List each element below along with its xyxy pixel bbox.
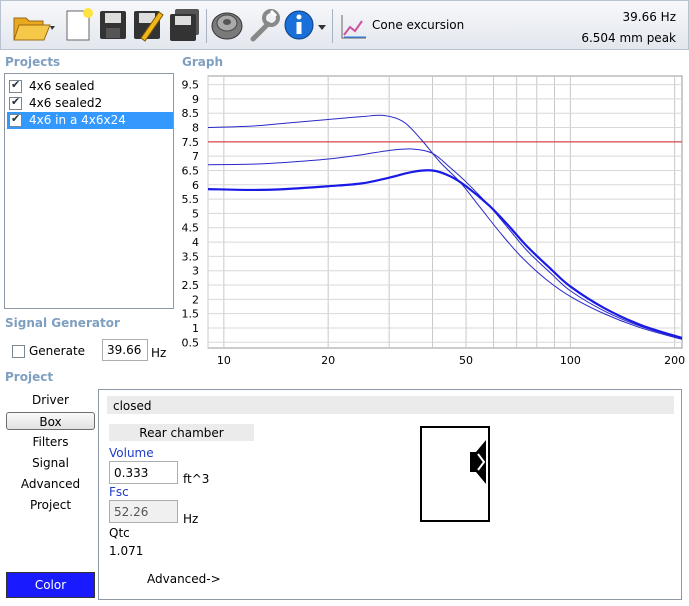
rear-chamber-header: Rear chamber xyxy=(109,424,254,441)
nav-box[interactable]: Box xyxy=(6,412,95,430)
nav-advanced[interactable]: Advanced xyxy=(6,475,95,493)
save-edit-icon[interactable] xyxy=(131,6,165,47)
project-section-title: Project xyxy=(5,370,54,384)
y-tick-label: 9 xyxy=(192,93,199,106)
project-checkbox[interactable]: ✔ xyxy=(9,78,22,93)
readout-value: 6.504 mm peak xyxy=(581,31,676,45)
check-mark-icon: ✔ xyxy=(11,112,21,125)
volume-label: Volume xyxy=(109,446,154,460)
y-tick-label: 4 xyxy=(192,236,199,249)
y-tick-label: 7.5 xyxy=(182,136,200,149)
nav-driver[interactable]: Driver xyxy=(6,391,95,409)
projects-list[interactable]: ✔ 4x6 sealed ✔ 4x6 sealed2 ✔ 4x6 in a 4x… xyxy=(4,73,174,309)
save-icon[interactable] xyxy=(97,6,129,47)
x-tick-label: 10 xyxy=(217,354,231,367)
volume-unit: ft^3 xyxy=(183,472,210,486)
x-tick-label: 200 xyxy=(664,354,685,367)
y-tick-label: 9.5 xyxy=(182,79,200,92)
graph-mode-label[interactable]: Cone excursion xyxy=(372,18,464,32)
speaker-icon[interactable] xyxy=(209,6,245,47)
y-tick-label: 3 xyxy=(192,265,199,278)
box-panel: closed Rear chamber Volume 0.333 ft^3 Fs… xyxy=(98,389,682,600)
generate-label: Generate xyxy=(29,344,86,358)
y-tick-label: 2.5 xyxy=(182,279,200,292)
generator-frequency-input[interactable]: 39.66 xyxy=(102,339,148,361)
y-tick-label: 5 xyxy=(192,207,199,220)
box-type-selector[interactable]: closed xyxy=(107,396,674,414)
box-diagram xyxy=(420,426,490,522)
info-icon[interactable] xyxy=(283,6,317,47)
graph-mode-icon[interactable] xyxy=(339,13,369,44)
list-item[interactable]: ✔ 4x6 sealed2 xyxy=(7,95,173,112)
plot-frame xyxy=(207,75,683,349)
projects-title: Projects xyxy=(5,55,61,69)
y-tick-label: 5.5 xyxy=(182,193,200,206)
readout-frequency: 39.66 Hz xyxy=(622,10,677,24)
project-label: 4x6 sealed xyxy=(29,79,95,93)
nav-project[interactable]: Project xyxy=(6,496,95,514)
new-file-icon[interactable] xyxy=(63,6,95,47)
x-tick-label: 50 xyxy=(459,354,473,367)
y-tick-label: 7 xyxy=(192,150,199,163)
x-tick-label: 100 xyxy=(560,354,581,367)
y-tick-label: 1 xyxy=(192,322,199,335)
toolbar: Cone excursion 39.66 Hz 6.504 mm peak xyxy=(0,0,689,50)
project-label: 4x6 in a 4x6x24 xyxy=(29,113,126,127)
qtc-value: 1.071 xyxy=(109,544,144,558)
fsc-input: 52.26 xyxy=(109,500,178,523)
nav-signal[interactable]: Signal xyxy=(6,454,95,472)
cone-excursion-chart[interactable]: 9.598.5 87.576.5 65.55 4.543.5 32.52 1.510.5 1… xyxy=(178,72,686,368)
project-label: 4x6 sealed2 xyxy=(29,96,103,110)
folder-open-icon[interactable] xyxy=(11,6,57,47)
fsc-label: Fsc xyxy=(109,485,129,499)
list-item[interactable]: ✔ 4x6 sealed xyxy=(7,78,173,95)
graph-area[interactable]: 9.5 9 8.5 8 7.5 7 6.5 6 5.5 5 4.5 4 3.5 3 2.5 2 1.5 1 0.5 1… xyxy=(178,72,686,368)
y-tick-label: 6.5 xyxy=(182,164,200,177)
graph-title: Graph xyxy=(182,55,223,69)
check-mark-icon: ✔ xyxy=(11,78,21,91)
toolbar-separator xyxy=(332,9,333,43)
generator-frequency-unit: Hz xyxy=(151,346,167,360)
y-tick-label: 6 xyxy=(192,179,199,192)
volume-input[interactable]: 0.333 xyxy=(109,461,178,484)
fsc-unit: Hz xyxy=(183,512,199,526)
y-tick-label: 2 xyxy=(192,293,199,306)
y-tick-label: 4.5 xyxy=(182,222,200,235)
y-tick-label: 8 xyxy=(192,122,199,135)
dropdown-arrow-icon[interactable] xyxy=(317,21,327,35)
toolbar-separator xyxy=(206,9,207,43)
y-tick-label: 1.5 xyxy=(182,308,200,321)
project-checkbox[interactable]: ✔ xyxy=(9,112,22,127)
color-button[interactable]: Color xyxy=(6,572,95,598)
qtc-label: Qtc xyxy=(109,526,130,540)
y-tick-label: 8.5 xyxy=(182,107,200,120)
project-checkbox[interactable]: ✔ xyxy=(9,95,22,110)
x-tick-label: 20 xyxy=(321,354,335,367)
generate-checkbox[interactable] xyxy=(12,345,25,358)
nav-filters[interactable]: Filters xyxy=(6,433,95,451)
signal-generator-title: Signal Generator xyxy=(5,316,120,330)
check-mark-icon: ✔ xyxy=(11,95,21,108)
advanced-link[interactable]: Advanced-> xyxy=(147,572,221,586)
driver-icon xyxy=(470,440,486,484)
y-tick-label: 3.5 xyxy=(182,250,200,263)
save-as-icon[interactable] xyxy=(167,6,203,47)
y-tick-label: 0.5 xyxy=(182,336,200,349)
wrench-icon[interactable] xyxy=(247,6,281,47)
list-item[interactable]: ✔ 4x6 in a 4x6x24 xyxy=(7,112,173,129)
